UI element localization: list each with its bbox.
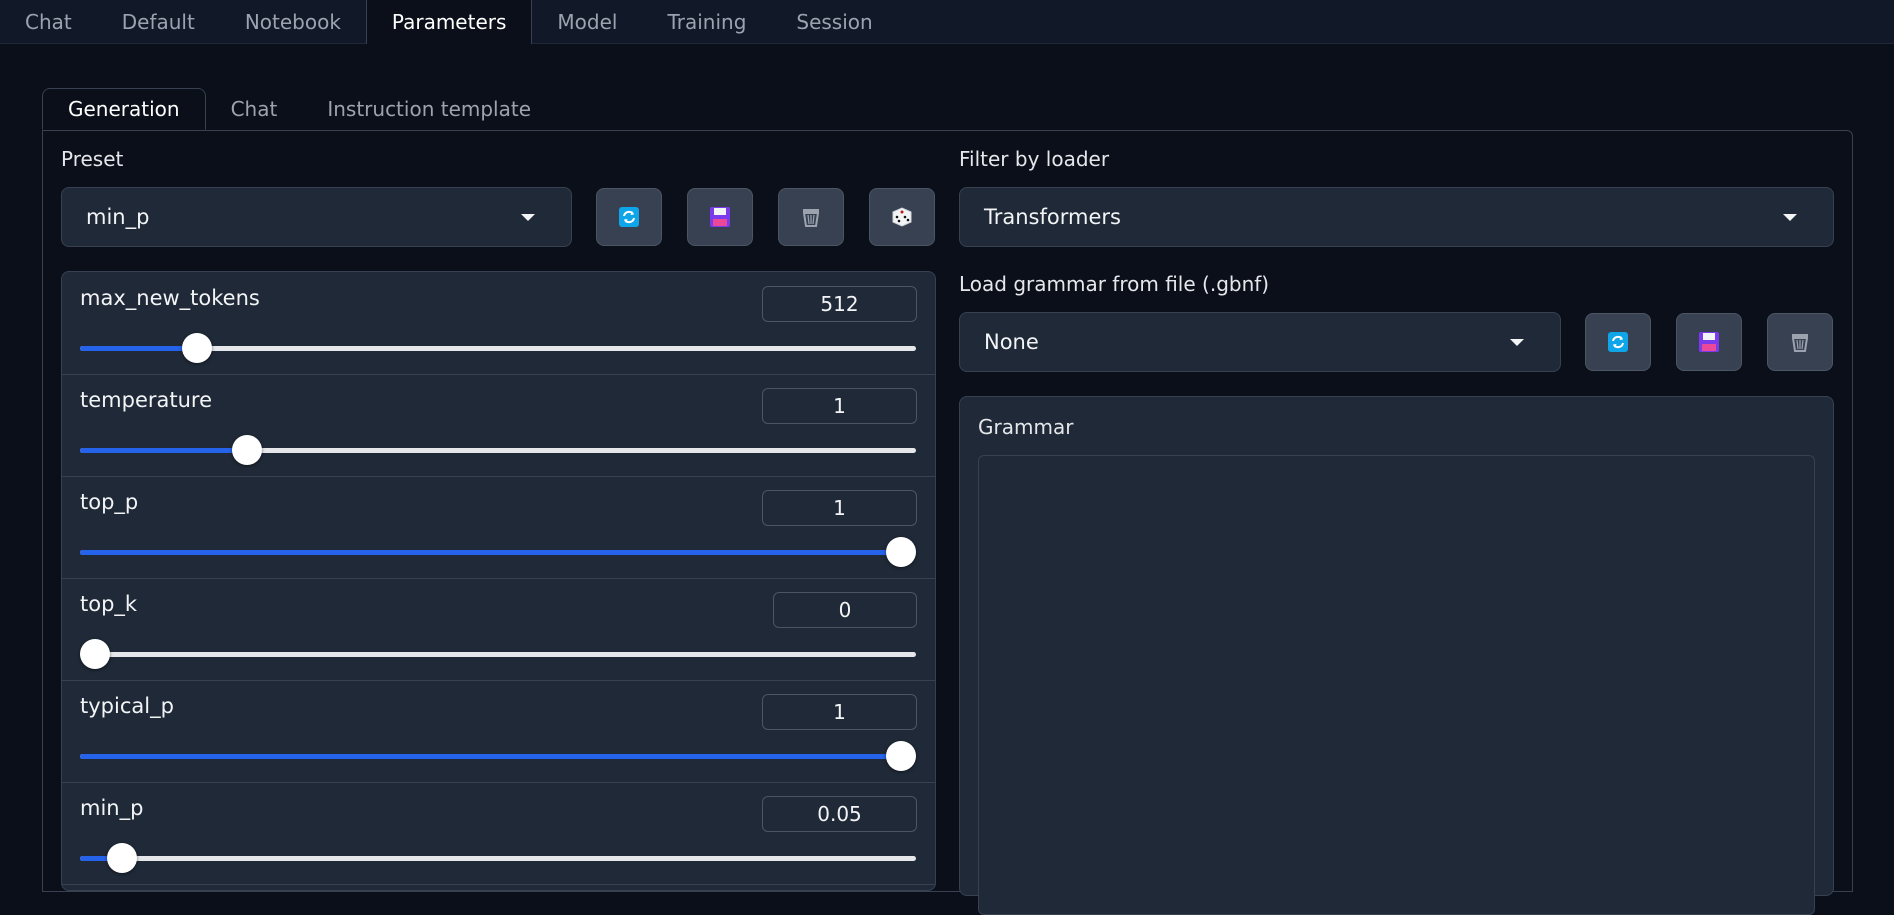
loader-filter-value: Transformers: [984, 205, 1121, 229]
top-p-input[interactable]: 1: [762, 490, 917, 526]
refresh-icon: [619, 207, 639, 227]
subtab-generation[interactable]: Generation: [42, 88, 206, 130]
preset-value: min_p: [86, 205, 150, 229]
slider-max-new-tokens: max_new_tokens 512: [62, 272, 935, 375]
subtab-chat[interactable]: Chat: [206, 88, 303, 130]
loader-filter-dropdown[interactable]: Transformers: [959, 187, 1834, 247]
slider-top-k: top_k 0: [62, 578, 935, 681]
min-p-input[interactable]: 0.05: [762, 796, 917, 832]
temperature-input[interactable]: 1: [762, 388, 917, 424]
slider-thumb[interactable]: [232, 435, 263, 465]
tab-session[interactable]: Session: [771, 0, 897, 43]
subtab-instruction-template[interactable]: Instruction template: [302, 88, 556, 130]
slider-label: temperature: [80, 388, 212, 412]
slider-track[interactable]: [80, 639, 916, 669]
slider-label: typical_p: [80, 694, 174, 718]
slider-track[interactable]: [80, 843, 916, 873]
preset-dropdown[interactable]: min_p: [61, 187, 572, 247]
slider-typical-p: typical_p 1: [62, 680, 935, 783]
grammar-textarea[interactable]: [978, 455, 1815, 915]
slider-temperature: temperature 1: [62, 374, 935, 477]
tab-notebook[interactable]: Notebook: [220, 0, 366, 43]
sampler-sliders-panel: max_new_tokens 512 temperature 1 top_p 1…: [61, 271, 936, 891]
grammar-file-label: Load grammar from file (.gbnf): [959, 272, 1270, 296]
slider-label: max_new_tokens: [80, 286, 260, 310]
grammar-file-value: None: [984, 330, 1039, 354]
tab-model[interactable]: Model: [532, 0, 642, 43]
preset-refresh-button[interactable]: [596, 188, 662, 246]
max-new-tokens-input[interactable]: 512: [762, 286, 917, 322]
slider-thumb[interactable]: [106, 843, 137, 873]
preset-label: Preset: [61, 147, 124, 171]
trash-icon: [1791, 334, 1809, 352]
slider-label: min_p: [80, 796, 144, 820]
refresh-icon: [1608, 332, 1628, 352]
slider-thumb[interactable]: [886, 537, 916, 567]
preset-save-button[interactable]: [687, 188, 753, 246]
preset-random-button[interactable]: [869, 188, 935, 246]
save-icon: [1699, 332, 1719, 352]
preset-delete-button[interactable]: [778, 188, 844, 246]
save-icon: [710, 207, 730, 227]
grammar-delete-button[interactable]: [1767, 313, 1833, 371]
tab-default[interactable]: Default: [97, 0, 220, 43]
slider-track[interactable]: [80, 333, 916, 363]
tab-chat[interactable]: Chat: [0, 0, 97, 43]
chevron-down-icon: [1783, 214, 1797, 221]
typical-p-input[interactable]: 1: [762, 694, 917, 730]
main-tab-bar: Chat Default Notebook Parameters Model T…: [0, 0, 1894, 44]
tab-parameters[interactable]: Parameters: [365, 0, 533, 44]
grammar-refresh-button[interactable]: [1585, 313, 1651, 371]
chevron-down-icon: [521, 214, 535, 221]
slider-thumb[interactable]: [886, 741, 916, 771]
grammar-save-button[interactable]: [1676, 313, 1742, 371]
slider-label: top_k: [80, 592, 138, 616]
grammar-label: Grammar: [978, 415, 1074, 439]
trash-icon: [802, 209, 820, 227]
dice-icon: [892, 207, 912, 227]
slider-top-p: top_p 1: [62, 476, 935, 579]
slider-label: top_p: [80, 490, 139, 514]
sub-tab-bar: Generation Chat Instruction template: [42, 88, 556, 130]
slider-min-p: min_p 0.05: [62, 782, 935, 885]
tab-training[interactable]: Training: [642, 0, 771, 43]
slider-track[interactable]: [80, 435, 916, 465]
top-k-input[interactable]: 0: [773, 592, 917, 628]
slider-thumb[interactable]: [80, 639, 110, 669]
grammar-file-dropdown[interactable]: None: [959, 312, 1561, 372]
slider-thumb[interactable]: [182, 333, 213, 363]
slider-track[interactable]: [80, 741, 916, 771]
filter-by-loader-label: Filter by loader: [959, 147, 1110, 171]
grammar-panel: Grammar: [959, 396, 1834, 915]
chevron-down-icon: [1510, 339, 1524, 346]
slider-track[interactable]: [80, 537, 916, 567]
